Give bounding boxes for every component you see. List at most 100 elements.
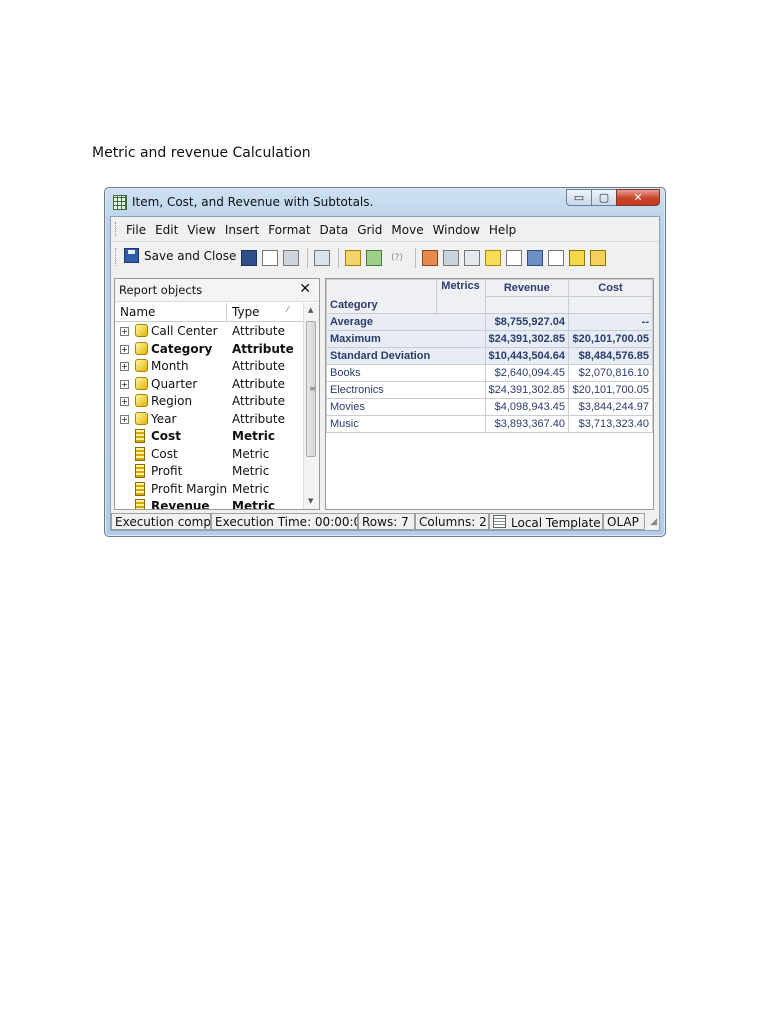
report-object-attribute[interactable]: + Quarter Attribute xyxy=(115,376,304,393)
menu-window[interactable]: Window xyxy=(433,223,480,237)
report-editor-window: Item, Cost, and Revenue with Subtotals. … xyxy=(104,187,666,537)
report-object-attribute[interactable]: + Month Attribute xyxy=(115,358,304,375)
column-header-revenue[interactable]: Revenue xyxy=(484,279,570,297)
graph-icon[interactable] xyxy=(443,250,459,266)
object-type: Attribute xyxy=(232,359,285,373)
report-object-attribute[interactable]: + Region Attribute xyxy=(115,393,304,410)
grid-icon[interactable] xyxy=(422,250,438,266)
cell-cost: $20,101,700.05 xyxy=(568,330,653,348)
note-icon[interactable] xyxy=(485,250,501,266)
lightbulb-icon[interactable] xyxy=(569,250,585,266)
report-objects-scrollbar[interactable]: ▲ ≡ ▼ xyxy=(303,303,319,509)
object-type: Attribute xyxy=(232,394,285,408)
cell-revenue: $24,391,302.85 xyxy=(484,381,570,399)
report-object-attribute[interactable]: + Call Center Attribute xyxy=(115,323,304,340)
report-object-metric[interactable]: Revenue Metric xyxy=(115,498,304,509)
minimize-button[interactable]: ▭ xyxy=(566,189,592,206)
menu-grid[interactable]: Grid xyxy=(357,223,382,237)
report-object-attribute[interactable]: + Year Attribute xyxy=(115,411,304,428)
subtotal-row[interactable]: Standard Deviation $10,443,504.64 $8,484,5… xyxy=(326,347,653,365)
floppy-disk-icon xyxy=(124,248,139,263)
resize-grip-icon[interactable]: ◢ xyxy=(650,517,657,527)
expand-icon[interactable]: + xyxy=(120,344,129,354)
report-object-metric[interactable]: Cost Metric xyxy=(115,428,304,445)
save-and-close-button[interactable]: Save and Close xyxy=(124,248,236,263)
status-mode: OLAP xyxy=(603,513,645,530)
menu-view[interactable]: View xyxy=(187,223,215,237)
help-hint-icon[interactable]: (?) xyxy=(387,250,407,266)
expand-icon[interactable]: + xyxy=(120,327,129,336)
menu-file[interactable]: File xyxy=(126,223,146,237)
maximize-button[interactable]: ▢ xyxy=(591,189,617,206)
table-row[interactable]: Movies $4,098,943.45 $3,844,244.97 xyxy=(326,398,653,416)
menu-help[interactable]: Help xyxy=(489,223,516,237)
expand-icon[interactable]: + xyxy=(120,397,129,406)
menu-edit[interactable]: Edit xyxy=(155,223,178,237)
subtotal-row[interactable]: Maximum $24,391,302.85 $20,101,700.05 xyxy=(326,330,653,348)
refresh-icon[interactable] xyxy=(590,250,606,266)
cell-revenue: $24,391,302.85 xyxy=(484,330,570,348)
menu-format[interactable]: Format xyxy=(268,223,310,237)
object-type: Metric xyxy=(232,464,270,478)
column-header-cost[interactable]: Cost xyxy=(568,279,653,297)
layout-icon[interactable] xyxy=(464,250,480,266)
status-template-label: Local Template xyxy=(511,516,601,530)
report-objects-header: Report objects ✕ xyxy=(115,279,319,302)
export-icon[interactable] xyxy=(314,250,330,266)
scroll-down-icon[interactable]: ▼ xyxy=(308,497,313,505)
scrollbar-thumb[interactable]: ≡ xyxy=(306,321,316,457)
header-spacer xyxy=(484,296,570,314)
toolbar: Save and Close (?) xyxy=(111,242,659,272)
table-row[interactable]: Music $3,893,367.40 $3,713,323.40 xyxy=(326,415,653,433)
status-template[interactable]: Local Template xyxy=(489,513,603,530)
table-row[interactable]: Electronics $24,391,302.85 $20,101,700.05 xyxy=(326,381,653,399)
title-bar[interactable]: Item, Cost, and Revenue with Subtotals. … xyxy=(105,188,665,216)
toolbar-grip[interactable] xyxy=(115,248,119,266)
outline-icon[interactable] xyxy=(548,250,564,266)
cell-cost: $2,070,816.10 xyxy=(568,364,653,382)
report-object-metric[interactable]: Profit Metric xyxy=(115,463,304,480)
close-icon[interactable]: ✕ xyxy=(299,281,311,297)
toolbar-separator xyxy=(415,248,416,268)
expand-icon[interactable]: + xyxy=(120,379,129,389)
cell-cost: $8,484,576.85 xyxy=(568,347,653,365)
column-header-type[interactable]: Type xyxy=(232,305,260,319)
report-object-metric[interactable]: Profit Margin Metric xyxy=(115,481,304,498)
object-name: Call Center xyxy=(151,324,218,338)
close-button[interactable]: ✕ xyxy=(616,189,660,206)
menu-insert[interactable]: Insert xyxy=(225,223,259,237)
menu-move[interactable]: Move xyxy=(391,223,423,237)
metric-icon xyxy=(135,481,145,496)
category-header[interactable]: Category xyxy=(326,296,437,314)
print-icon[interactable] xyxy=(283,250,299,266)
subtotal-row[interactable]: Average $8,755,927.04 -- xyxy=(326,313,653,331)
metric-icon xyxy=(135,464,145,478)
cell-cost: -- xyxy=(568,313,653,331)
table-row[interactable]: Books $2,640,094.45 $2,070,816.10 xyxy=(326,364,653,382)
expand-icon[interactable]: + xyxy=(120,414,129,424)
filter-icon[interactable] xyxy=(527,250,543,266)
cell-revenue: $4,098,943.45 xyxy=(484,398,570,416)
scroll-up-icon[interactable]: ▲ xyxy=(308,306,313,314)
cell-revenue: $3,893,367.40 xyxy=(484,415,570,433)
metrics-header[interactable]: Metrics xyxy=(435,279,486,314)
menu-bar: File Edit View Insert Format Data Grid Move Wind… xyxy=(111,217,659,242)
expand-icon[interactable]: + xyxy=(120,362,129,371)
row-label: Maximum xyxy=(326,330,486,348)
print-preview-icon[interactable] xyxy=(262,250,278,266)
grid-corner xyxy=(326,279,437,297)
wand-icon[interactable] xyxy=(345,250,361,266)
book-icon[interactable] xyxy=(241,250,257,266)
page-icon[interactable] xyxy=(506,250,522,266)
column-header-name[interactable]: Name xyxy=(120,305,155,319)
thumb-grip-icon: ≡ xyxy=(309,384,316,393)
report-object-metric[interactable]: Cost Metric xyxy=(115,446,304,463)
menubar-grip[interactable] xyxy=(115,222,119,236)
chart-icon[interactable] xyxy=(366,250,382,266)
menu-data[interactable]: Data xyxy=(320,223,349,237)
report-object-attribute[interactable]: + Category Attribute xyxy=(115,341,304,358)
object-name: Revenue xyxy=(151,499,210,509)
attribute-icon xyxy=(135,376,148,390)
header-spacer xyxy=(568,296,653,314)
column-divider[interactable] xyxy=(226,303,227,321)
